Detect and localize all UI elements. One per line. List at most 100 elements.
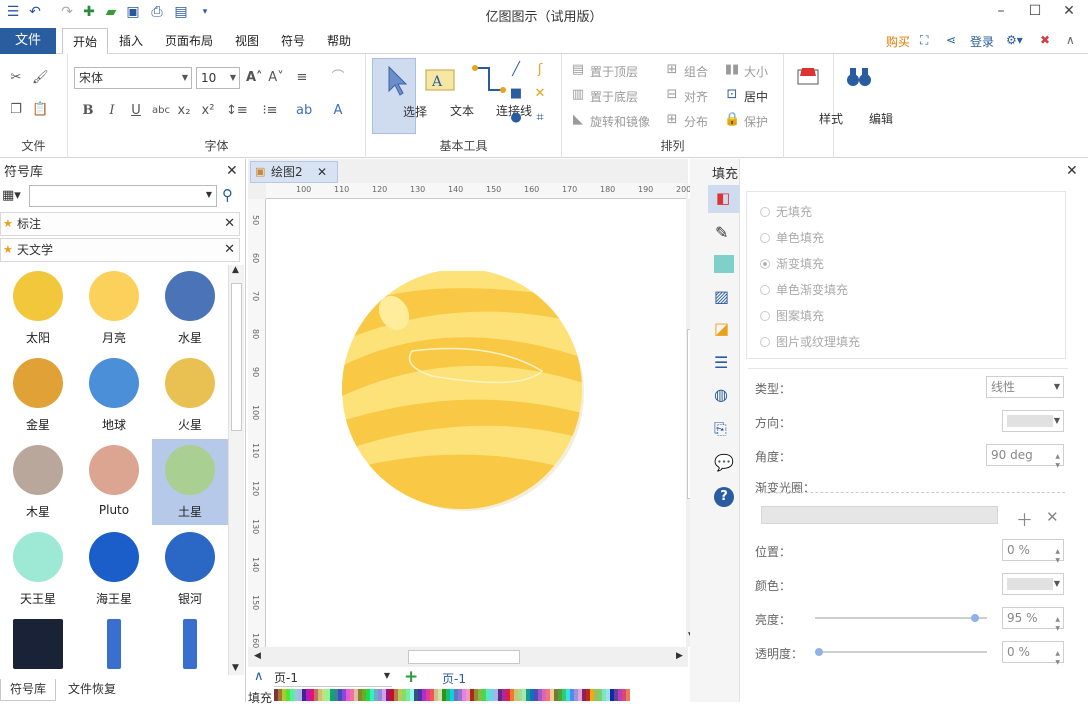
symbol-item[interactable]: 木星 <box>0 439 76 525</box>
add-page-icon[interactable]: + <box>404 667 418 687</box>
text-curve-icon[interactable]: ⌒ <box>330 70 346 86</box>
document-tab[interactable]: ▣ 绘图2 ✕ <box>250 161 338 183</box>
share-icon[interactable]: ⋖ <box>946 33 956 47</box>
collapse-ribbon-icon[interactable]: ∧ <box>1066 33 1075 47</box>
text-tool-button[interactable]: A 文本 <box>418 58 474 134</box>
close-document-icon[interactable]: ✕ <box>317 162 327 182</box>
canvas-h-scroll-thumb[interactable] <box>408 650 520 664</box>
close-panel-icon[interactable]: ✕ <box>1066 163 1078 179</box>
remove-stop-icon[interactable]: ✕ <box>1046 508 1059 526</box>
distribute-icon[interactable]: ⊞ <box>664 112 680 128</box>
style-button[interactable]: 样式 <box>787 58 843 134</box>
brightness-slider[interactable] <box>815 614 987 622</box>
symbol-item[interactable]: 水星 <box>152 265 228 351</box>
symbol-item[interactable]: 金星 <box>0 352 76 438</box>
underline-icon[interactable]: U <box>128 103 144 119</box>
angle-spinner[interactable]: 90 deg ▲ ▼ <box>986 444 1064 469</box>
addon-icon[interactable]: ✖ <box>1040 33 1050 47</box>
position-spinner[interactable]: 0 % ▲ ▼ <box>1002 539 1064 564</box>
transparency-slider[interactable] <box>815 648 987 656</box>
rectangle-icon[interactable]: ■ <box>508 86 524 102</box>
strikethrough-icon[interactable]: abc <box>152 103 170 119</box>
align-text-icon[interactable]: ≡ <box>294 70 310 86</box>
highlight-icon[interactable]: ab <box>296 103 312 119</box>
direction-select[interactable]: ▼ <box>1002 410 1064 432</box>
cross-point-icon[interactable]: ✕ <box>532 86 548 102</box>
option-no-fill[interactable]: 无填充 <box>760 203 812 220</box>
option-pattern-fill[interactable]: 图案填充 <box>760 307 824 324</box>
copy-icon[interactable]: ❐ <box>8 102 24 118</box>
hyperlink-tab-icon[interactable]: ◍ <box>714 385 728 404</box>
font-size-select[interactable]: 10 ▼ <box>196 67 240 89</box>
library-search-input[interactable]: ▼ <box>29 185 217 207</box>
tab-help[interactable]: 帮助 <box>320 28 358 54</box>
line-spacing-icon[interactable]: ↕≡ <box>226 103 248 119</box>
protect-button[interactable]: 保护 <box>744 113 768 130</box>
page-tab[interactable]: 页-1 <box>442 670 466 687</box>
rotate-mirror-button[interactable]: 旋转和镜像 <box>590 113 650 130</box>
symbol-item[interactable] <box>0 613 76 675</box>
size-button[interactable]: 大小 <box>744 63 768 80</box>
group-icon[interactable]: ⊞ <box>664 62 680 78</box>
option-solid-fill[interactable]: 单色填充 <box>760 229 824 246</box>
library-menu-icon[interactable]: ▦▾ <box>2 185 26 207</box>
symbol-item[interactable]: 银河 <box>152 526 228 612</box>
subscript-icon[interactable]: x₂ <box>176 103 192 119</box>
font-name-select[interactable]: 宋体 ▼ <box>74 67 192 89</box>
close-library-icon[interactable]: ✕ <box>226 163 238 179</box>
page-tab-icon[interactable]: ☰ <box>714 353 728 372</box>
symbol-item[interactable]: 海王星 <box>76 526 152 612</box>
planet-shape[interactable] <box>342 271 592 511</box>
option-picture-fill[interactable]: 图片或纹理填充 <box>760 333 860 350</box>
option-gradient-fill[interactable]: 渐变填充 <box>760 255 824 272</box>
symbol-item[interactable]: Pluto <box>76 439 152 525</box>
scroll-right-icon[interactable]: ▶ <box>676 651 683 661</box>
settings-icon[interactable]: ⚙▾ <box>1006 33 1023 47</box>
buy-link[interactable]: 购买 <box>886 33 910 50</box>
bring-to-front-icon[interactable]: ▤ <box>570 62 586 78</box>
send-to-back-button[interactable]: 置于底层 <box>590 88 638 105</box>
canvas-horizontal-scrollbar[interactable]: ◀ ▶ <box>252 649 688 665</box>
center-button[interactable]: 居中 <box>744 88 768 105</box>
line-tab-icon[interactable]: ✎ <box>715 223 728 242</box>
symbol-item[interactable]: 太阳 <box>0 265 76 351</box>
line-icon[interactable]: ╱ <box>508 62 524 78</box>
category-astronomy[interactable]: ★ 天文学 ✕ <box>0 238 240 262</box>
send-to-back-icon[interactable]: ▥ <box>570 87 586 103</box>
shrink-font-icon[interactable]: A˅ <box>268 70 284 86</box>
size-icon[interactable]: ▮▮ <box>724 62 740 78</box>
drawing-page[interactable] <box>266 199 686 647</box>
brightness-slider-knob[interactable] <box>970 614 979 622</box>
scroll-up-icon[interactable]: ▲ <box>232 265 239 275</box>
symbol-item[interactable]: 土星 <box>152 439 228 525</box>
maximize-icon[interactable]: ☐ <box>1018 0 1052 24</box>
tab-file[interactable]: 文件 <box>0 28 56 54</box>
collapse-pages-icon[interactable]: ∧ <box>254 669 264 684</box>
tab-page-layout[interactable]: 页面布局 <box>158 28 220 54</box>
symbol-item[interactable]: 火星 <box>152 352 228 438</box>
transparency-slider-knob[interactable] <box>815 648 823 656</box>
lock-icon[interactable]: 🔒 <box>724 112 740 128</box>
crop-icon[interactable]: ⌗ <box>532 110 548 126</box>
bullet-list-icon[interactable]: ⁝≡ <box>262 103 278 119</box>
rotate-icon[interactable]: ◣ <box>570 112 586 128</box>
scroll-down-icon[interactable]: ▼ <box>232 663 239 673</box>
tab-view[interactable]: 视图 <box>228 28 266 54</box>
help-tab-icon[interactable]: ? <box>714 487 734 507</box>
comment-tab-icon[interactable]: 💬 <box>714 453 734 472</box>
edit-button[interactable]: 编辑 <box>837 58 893 134</box>
page-select[interactable]: 页-1 ▼ <box>274 669 392 687</box>
symbol-item[interactable] <box>76 613 152 675</box>
close-category-icon[interactable]: ✕ <box>224 239 235 261</box>
brightness-spinner[interactable]: 95 % ▲ ▼ <box>1002 607 1064 632</box>
distribute-button[interactable]: 分布 <box>684 113 708 130</box>
connector-tool-button[interactable]: 连接线 <box>464 58 532 134</box>
tab-home[interactable]: 开始 <box>62 28 108 55</box>
symbol-item[interactable]: 天王星 <box>0 526 76 612</box>
symbol-item[interactable] <box>152 613 228 675</box>
add-stop-icon[interactable]: ＋ <box>1016 506 1033 531</box>
tab-file-recovery[interactable]: 文件恢复 <box>60 679 124 701</box>
cut-icon[interactable]: ✂ <box>8 70 24 86</box>
screen-icon[interactable]: ⛶ <box>920 33 928 48</box>
tab-symbol[interactable]: 符号 <box>274 28 312 54</box>
